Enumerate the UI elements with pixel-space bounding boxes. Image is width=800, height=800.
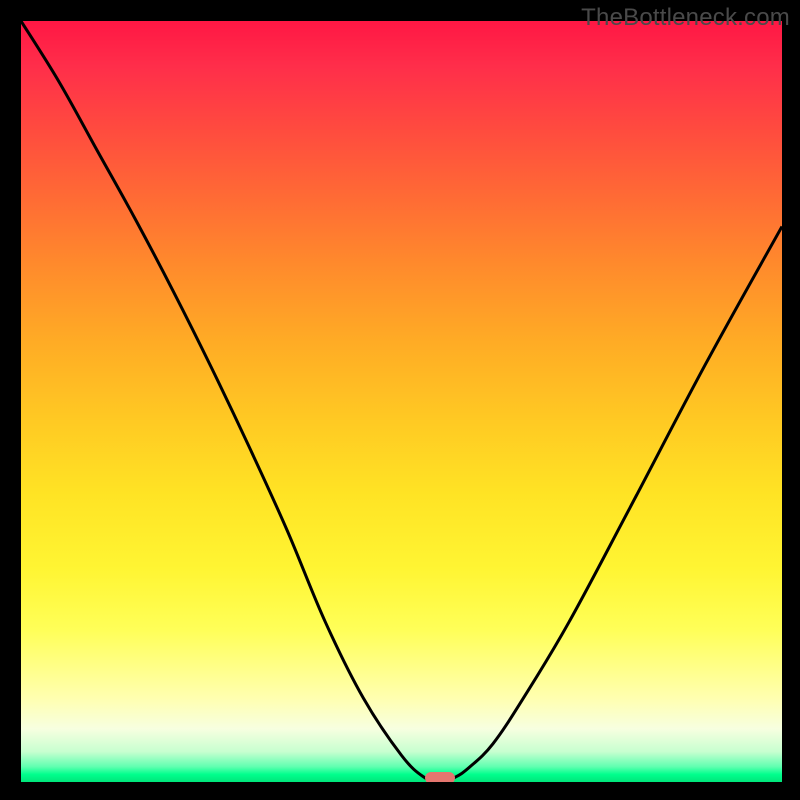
curve-layer <box>21 21 782 782</box>
watermark-text: TheBottleneck.com <box>581 4 790 32</box>
plot-area <box>21 21 782 782</box>
bottleneck-curve <box>21 21 782 782</box>
minimum-marker <box>425 772 455 782</box>
chart-frame: TheBottleneck.com <box>0 0 800 800</box>
